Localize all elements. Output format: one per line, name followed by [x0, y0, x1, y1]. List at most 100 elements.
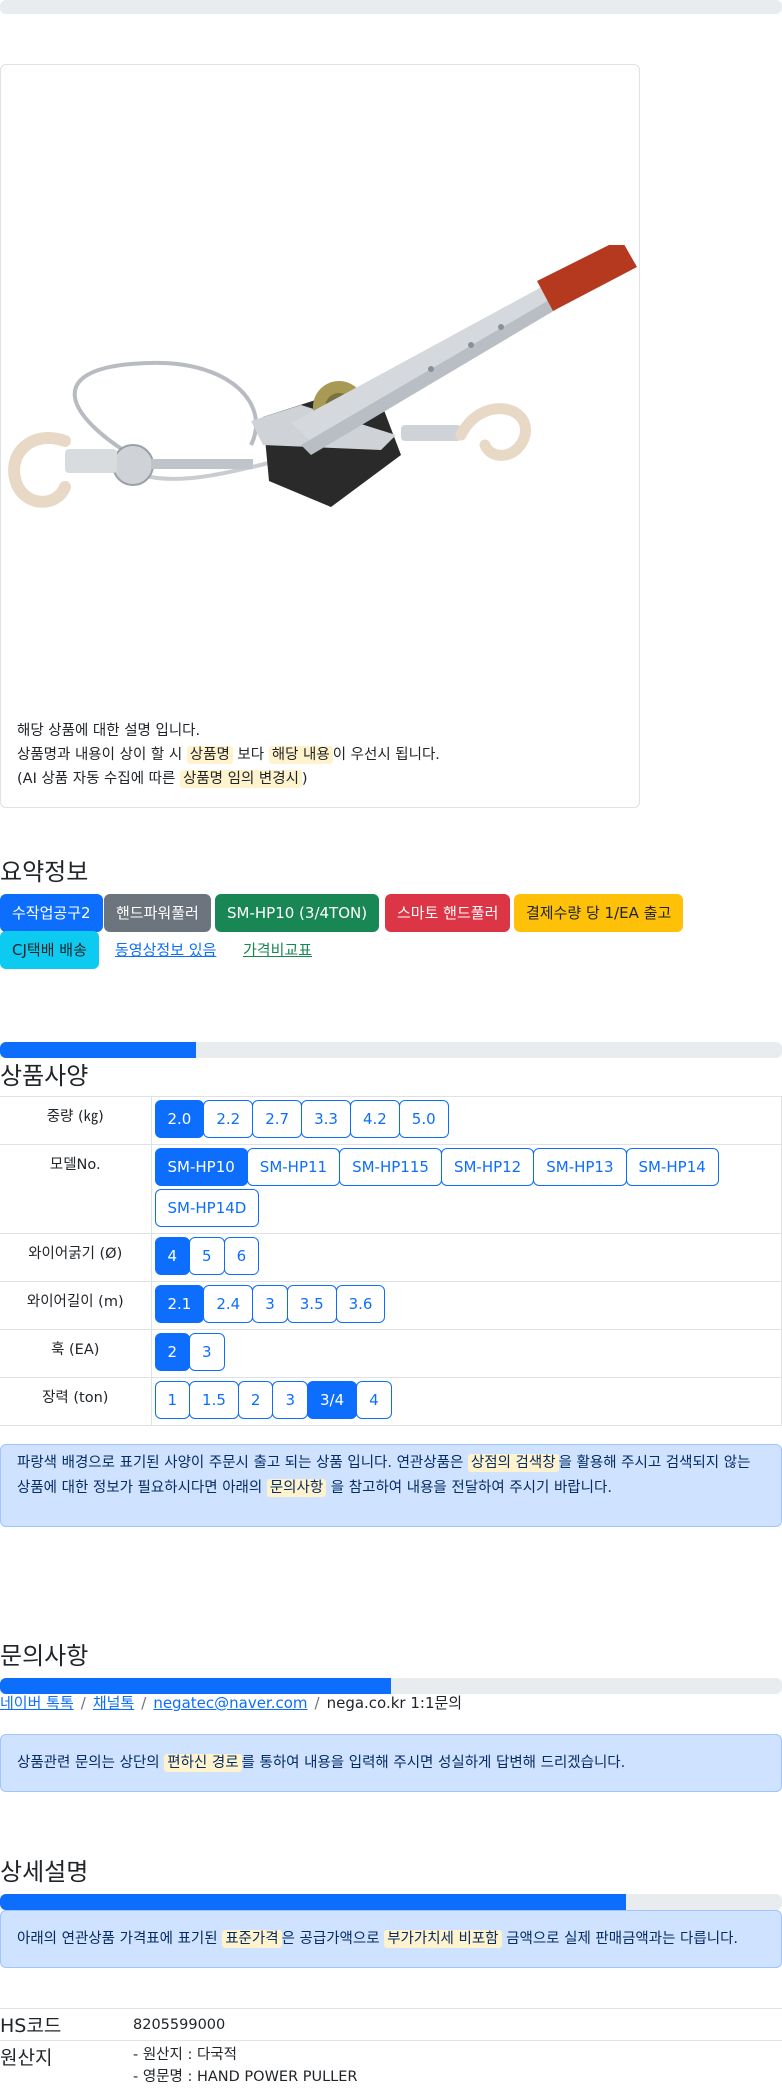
origin-value: - 원산지 : 다국적 - 영문명 : HAND POWER PULLER — [133, 2044, 358, 2088]
spec-option-button[interactable]: 3 — [189, 1333, 225, 1371]
spec-options: 2.0 2.2 2.7 3.3 4.2 5.0 — [151, 1096, 782, 1145]
separator: / — [80, 1694, 86, 1712]
site-inquiry-text: nega.co.kr 1:1문의 — [326, 1694, 463, 1712]
spec-options: 456 — [151, 1233, 782, 1282]
spec-option-button[interactable]: 1.5 — [189, 1381, 239, 1419]
tag-category[interactable]: 수작업공구2 — [0, 894, 103, 932]
highlight-search-box: 상점의 검색창 — [467, 1454, 559, 1472]
spec-option-button[interactable]: 2 — [154, 1333, 191, 1371]
highlight-inquiry: 문의사항 — [266, 1479, 327, 1497]
description-text: 보다 — [232, 747, 269, 763]
spec-option-button[interactable]: 2.4 — [203, 1285, 254, 1323]
spec-row: 중량 (㎏) 2.0 2.2 2.7 3.3 4.2 5.0 — [0, 1096, 782, 1145]
notice-text: 상품관련 문의는 상단의 — [17, 1755, 165, 1771]
hs-code-value: 8205599000 — [133, 2017, 226, 2033]
spec-option-button[interactable]: 3/4 — [307, 1381, 358, 1419]
spec-option-button[interactable]: 3.5 — [286, 1285, 337, 1323]
product-card: 해당 상품에 대한 설명 입니다. 상품명과 내용이 상이 할 시 상품명 보다… — [0, 64, 640, 808]
spec-option-button[interactable]: SM-HP115 — [339, 1148, 442, 1186]
highlight-name-change: 상품명 임의 변경시 — [179, 770, 302, 788]
spec-label: 훅 (EA) — [0, 1329, 152, 1378]
product-description: 해당 상품에 대한 설명 입니다. 상품명과 내용이 상이 할 시 상품명 보다… — [17, 719, 440, 791]
spec-option-button[interactable]: 4.2 — [349, 1100, 400, 1138]
inquiry-notice: 상품관련 문의는 상단의 편하신 경로 를 통하여 내용을 입력해 주시면 성실하… — [0, 1734, 782, 1792]
description-text: ) — [301, 771, 308, 787]
detail-title: 상세설명 — [0, 1858, 89, 1886]
spec-label: 중량 (㎏) — [0, 1096, 152, 1145]
spec-option-button[interactable]: 4 — [356, 1381, 392, 1419]
origin-label: 원산지 — [0, 2047, 53, 2069]
notice-text: 아래의 연관상품 가격표에 표기된 — [17, 1931, 223, 1947]
spec-option-button[interactable]: SM-HP14D — [154, 1189, 260, 1227]
notice-text: 금액으로 실제 판매금액과는 다릅니다. — [501, 1931, 739, 1947]
channel-talk-link[interactable]: 채널톡 — [93, 1694, 134, 1712]
spec-option-button[interactable]: 3 — [272, 1381, 308, 1419]
separator: / — [314, 1694, 320, 1712]
detail-progress-fill — [0, 1894, 626, 1910]
spec-row: 와이어굵기 (Ø) 4 5 6 — [0, 1233, 782, 1282]
spec-options: 1 1.5 2 3 3/4 4 — [151, 1377, 782, 1426]
description-line: 해당 상품에 대한 설명 입니다. — [17, 723, 201, 739]
summary-title: 요약정보 — [0, 858, 89, 886]
spec-label: 장력 (ton) — [0, 1377, 152, 1426]
spec-options: 2.1 2.4 3 3.5 3.6 — [151, 1281, 782, 1330]
spec-option-button[interactable]: 3 — [252, 1285, 288, 1323]
spec-option-button[interactable]: 1 — [154, 1381, 191, 1419]
highlight-vat: 부가가치세 비포함 — [384, 1930, 502, 1948]
spec-row: 모델No. SM-HP10 SM-HP11 SM-HP115 SM-HP12 SM-HP1… — [0, 1144, 782, 1234]
spec-option-button[interactable]: 2.2 — [203, 1100, 254, 1138]
spec-options: SM-HP10 SM-HP11 SM-HP115 SM-HP12 SM-HP13 SM-H… — [151, 1144, 782, 1234]
spec-option-button[interactable]: 5 — [189, 1237, 225, 1275]
origin-row: 원산지 - 원산지 : 다국적 - 영문명 : HAND POWER PULLE… — [0, 2040, 782, 2092]
tag-brand[interactable]: 스마토 핸드풀러 — [385, 894, 511, 932]
origin-country: - 원산지 : 다국적 — [133, 2047, 237, 2063]
spec-option-button[interactable]: 2.0 — [154, 1100, 205, 1138]
tag-model[interactable]: SM-HP10 (3/4TON) — [215, 894, 380, 932]
email-link[interactable]: negatec@naver.com — [153, 1694, 307, 1712]
notice-text: 은 공급가액으로 — [281, 1931, 385, 1947]
spec-option-button[interactable]: 3.6 — [335, 1285, 386, 1323]
highlight-content: 해당 내용 — [268, 746, 333, 764]
spec-option-button[interactable]: 5.0 — [398, 1100, 449, 1138]
spec-option-button[interactable]: SM-HP10 — [154, 1148, 248, 1186]
inquiry-title: 문의사항 — [0, 1642, 89, 1670]
naver-talk-link[interactable]: 네이버 톡톡 — [0, 1694, 74, 1712]
spec-option-button[interactable]: 6 — [223, 1237, 260, 1275]
spec-option-button[interactable]: SM-HP13 — [533, 1148, 627, 1186]
spec-option-button[interactable]: 2.1 — [154, 1285, 205, 1323]
hs-code-label: HS코드 — [0, 2015, 62, 2037]
tag-shipping[interactable]: CJ택배 배송 — [0, 931, 99, 969]
separator: / — [141, 1694, 147, 1712]
hs-code-row: HS코드 8205599000 — [0, 2008, 782, 2040]
highlight-standard-price: 표준가격 — [222, 1930, 282, 1948]
spec-row: 와이어길이 (m) 2.1 2.4 3 3.5 3.6 — [0, 1281, 782, 1330]
spec-option-button[interactable]: SM-HP12 — [440, 1148, 535, 1186]
spec-option-button[interactable]: 2.7 — [252, 1100, 303, 1138]
spec-option-button[interactable]: SM-HP11 — [246, 1148, 341, 1186]
spec-notice: 파랑색 배경으로 표기된 사양이 주문시 출고 되는 상품 입니다. 연관상품은… — [0, 1444, 782, 1527]
spec-options: 23 — [151, 1329, 782, 1378]
description-text: 이 우선시 됩니다. — [332, 747, 440, 763]
spec-table: 중량 (㎏) 2.0 2.2 2.7 3.3 4.2 5.0 모델No. SM-HP10 SM-H… — [0, 1096, 782, 1426]
spec-option-button[interactable]: 3.3 — [301, 1100, 351, 1138]
spec-label: 와이어길이 (m) — [0, 1281, 152, 1330]
tag-video-info-link[interactable]: 동영상정보 있음 — [103, 931, 228, 969]
description-text: (AI 상품 자동 수집에 따른 — [17, 771, 180, 787]
inquiry-channels: 네이버 톡톡 / 채널톡 / negatec@naver.com / nega.co.kr … — [0, 1692, 462, 1713]
highlight-route: 편하신 경로 — [164, 1754, 242, 1772]
tag-price-compare[interactable]: 가격비교표 — [231, 931, 324, 969]
spec-label: 모델No. — [0, 1144, 152, 1234]
spec-option-button[interactable]: SM-HP14 — [625, 1148, 719, 1186]
spec-option-button[interactable]: 4 — [154, 1237, 191, 1275]
highlight-product-name: 상품명 — [186, 746, 233, 764]
notice-text: 를 통하여 내용을 입력해 주시면 성실하게 답변해 드리겠습니다. — [241, 1755, 626, 1771]
notice-text: 을 참고하여 내용을 전달하여 주시기 바랍니다. — [326, 1480, 612, 1496]
detail-notice: 아래의 연관상품 가격표에 표기된 표준가격 은 공급가액으로 부가가치세 비포함… — [0, 1910, 782, 1968]
spec-title: 상품사양 — [0, 1062, 89, 1090]
product-image — [8, 245, 637, 508]
tag-quantity[interactable]: 결제수량 당 1/EA 출고 — [514, 894, 684, 932]
spec-label: 와이어굵기 (Ø) — [0, 1233, 152, 1282]
spec-option-button[interactable]: 2 — [237, 1381, 274, 1419]
spec-row: 장력 (ton) 1 1.5 2 3 3/4 4 — [0, 1377, 782, 1426]
tag-product-type[interactable]: 핸드파워풀러 — [104, 894, 211, 932]
